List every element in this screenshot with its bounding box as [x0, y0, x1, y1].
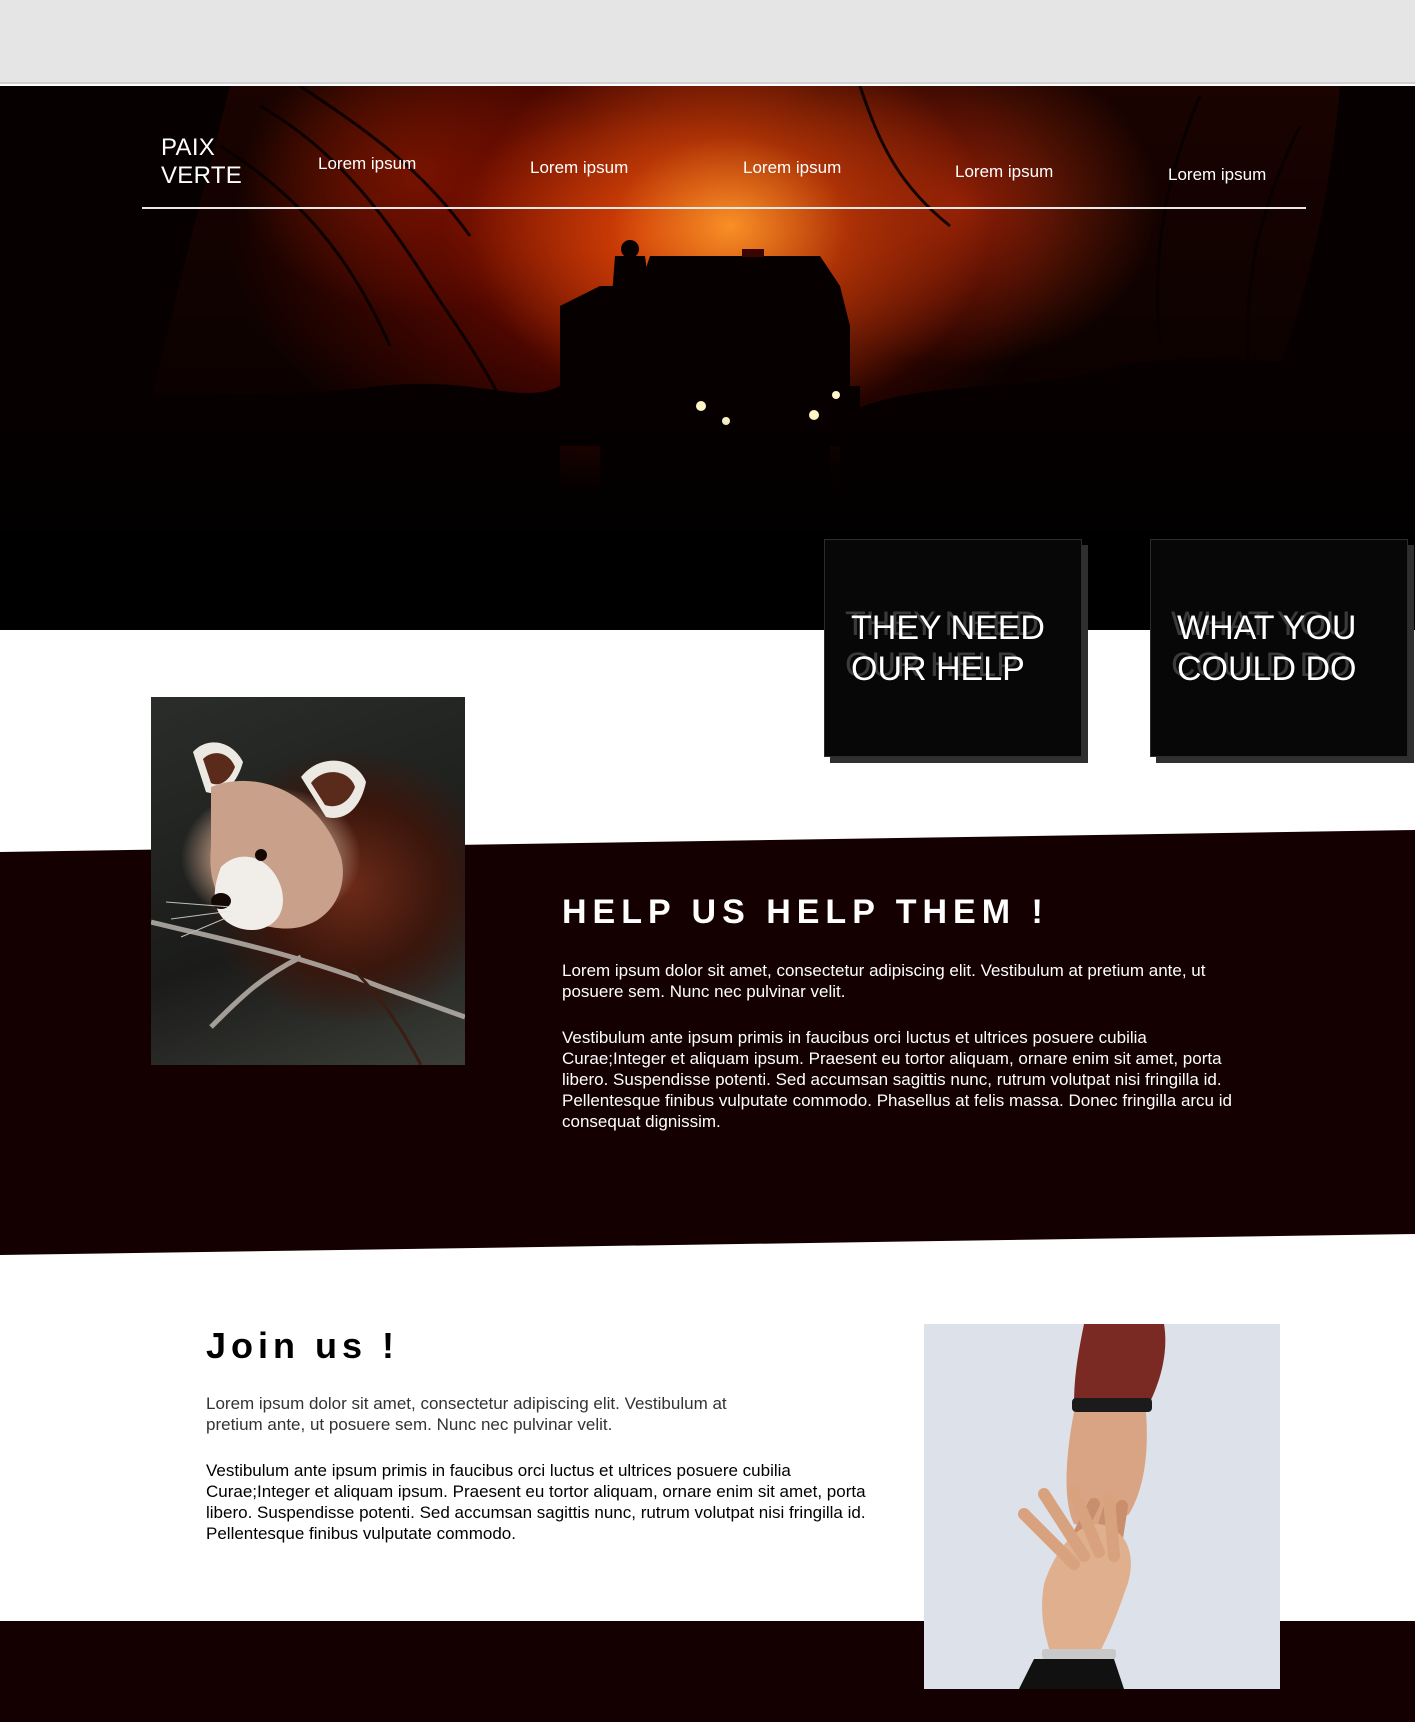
join-section-title: Join us ! — [206, 1325, 400, 1366]
nav-link-1[interactable]: Lorem ipsum — [318, 154, 416, 174]
card-title-line-1: WHAT YOU — [1177, 609, 1357, 647]
logo-line-2: VERTE — [161, 162, 243, 189]
nav-link-5[interactable]: Lorem ipsum — [1168, 165, 1266, 185]
nav-divider — [142, 207, 1306, 209]
browser-chrome-bar — [0, 0, 1415, 84]
reaching-hands-image — [924, 1324, 1280, 1689]
card-what-you-could-do[interactable]: WHAT YOU COULD DO WHAT YOU COULD DO — [1150, 539, 1408, 757]
nav-link-2[interactable]: Lorem ipsum — [530, 158, 628, 178]
join-intro-text: Lorem ipsum dolor sit amet, consectetur … — [206, 1394, 727, 1434]
logo-line-1: PAIX — [161, 134, 216, 161]
nav-link-4[interactable]: Lorem ipsum — [955, 162, 1053, 182]
site-logo[interactable]: PAIX VERTE — [161, 134, 242, 190]
card-title-line-2: COULD DO — [1177, 650, 1357, 688]
red-panda-image — [151, 697, 465, 1065]
help-body-text: Vestibulum ante ipsum primis in faucibus… — [562, 1028, 1232, 1131]
card-title: THEY NEED OUR HELP — [851, 608, 1045, 690]
help-section-title: HELP US HELP THEM ! — [562, 893, 1049, 931]
help-intro-text: Lorem ipsum dolor sit amet, consectetur … — [562, 961, 1206, 1001]
card-title-line-1: THEY NEED — [851, 609, 1045, 647]
nav-link-3[interactable]: Lorem ipsum — [743, 158, 841, 178]
card-title-line-2: OUR HELP — [851, 650, 1025, 688]
card-they-need-our-help[interactable]: THEY NEED OUR HELP THEY NEED OUR HELP — [824, 539, 1082, 757]
join-body-text: Vestibulum ante ipsum primis in faucibus… — [206, 1461, 866, 1543]
card-title: WHAT YOU COULD DO — [1177, 608, 1356, 690]
